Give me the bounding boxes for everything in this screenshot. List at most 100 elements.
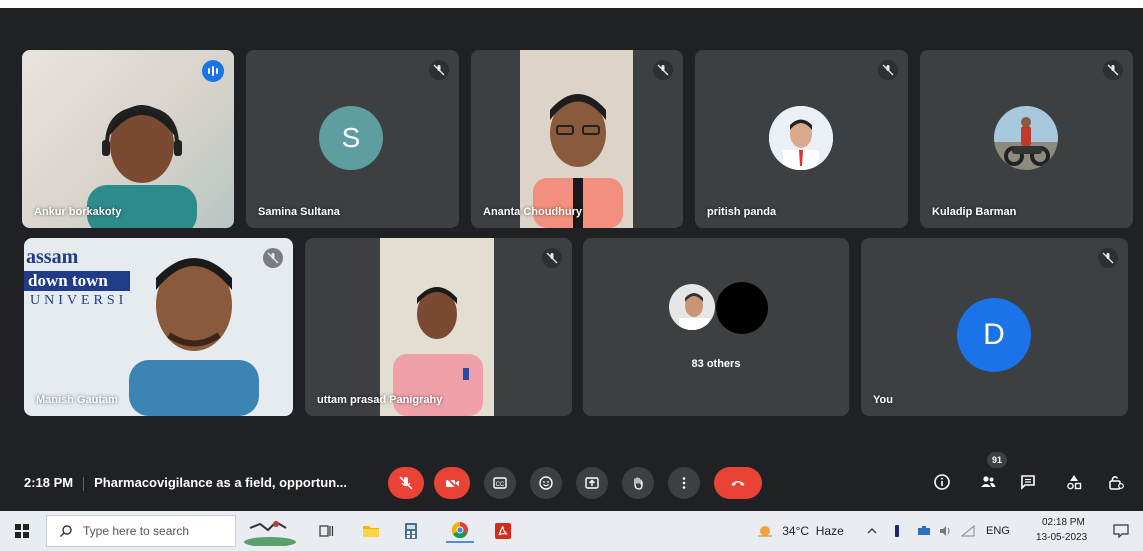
host-controls-icon (1109, 476, 1124, 490)
usb-icon (895, 525, 899, 537)
participant-name: Kuladip Barman (932, 206, 1017, 218)
acrobat-button[interactable] (490, 519, 516, 543)
participant-name: pritish panda (707, 206, 777, 218)
clock-time[interactable]: 02:18 PM (1042, 517, 1085, 528)
captions-button[interactable]: CC (484, 467, 516, 499)
svg-text:CC: CC (496, 482, 505, 488)
participant-tile-ankur[interactable]: Ankur borkakoty (22, 50, 234, 228)
participant-name: Ankur borkakoty (34, 206, 122, 218)
participant-tile-manish[interactable]: assam down town UNIVERSI Manish Gautam (24, 238, 293, 416)
present-icon (585, 477, 599, 489)
input-language[interactable]: ENG (986, 525, 1010, 537)
people-button[interactable] (976, 470, 1000, 494)
participant-tile-uttam[interactable]: uttam prasad Panigrahy (305, 238, 572, 416)
mic-off-icon (878, 60, 898, 80)
participant-avatar: D (957, 298, 1031, 372)
participant-tile-pritish[interactable]: pritish panda (695, 50, 908, 228)
people-icon (981, 476, 996, 487)
more-icon (682, 477, 686, 489)
haze-sun-icon (758, 526, 773, 537)
window-top-strip (0, 0, 1143, 8)
participant-avatar (716, 282, 768, 334)
participant-tile-others[interactable]: 83 others (583, 238, 849, 416)
participant-avatar (769, 106, 833, 170)
meeting-grid: Ankur borkakoty S Samina Sultana Ananta … (0, 8, 1143, 511)
windows-taskbar: Type here to search 34°C Haze ENG 02:18 … (0, 511, 1143, 551)
present-button[interactable] (576, 467, 608, 499)
university-banner: assam down town UNIVERSI (24, 246, 134, 346)
mic-toggle-button[interactable] (388, 467, 424, 499)
participant-name: Samina Sultana (258, 206, 340, 218)
speaking-indicator-icon (202, 60, 224, 82)
chat-button[interactable] (1016, 470, 1040, 494)
people-count-badge: 91 (987, 452, 1007, 468)
call-controls-bar: 2:18 PM Pharmacovigilance as a field, opp… (0, 460, 1143, 505)
participant-tile-ananta[interactable]: Ananta Choudhury (471, 50, 683, 228)
others-count-label: 83 others (691, 358, 741, 370)
captions-icon: CC (493, 477, 507, 489)
windows-logo-icon (15, 524, 29, 538)
raise-hand-button[interactable] (622, 467, 654, 499)
search-placeholder: Type here to search (83, 524, 190, 538)
search-icon (60, 525, 72, 537)
participant-name: You (873, 394, 893, 406)
info-icon (934, 474, 950, 490)
pdf-icon (495, 523, 511, 539)
camera-off-icon (445, 476, 459, 490)
participant-tile-samina[interactable]: S Samina Sultana (246, 50, 459, 228)
meeting-time: 2:18 PM (24, 475, 74, 490)
participant-name: uttam prasad Panigrahy (317, 394, 443, 406)
weather-text: 34°C Haze (782, 524, 844, 538)
participant-name: Manish Gautam (36, 394, 118, 406)
meeting-info: 2:18 PM Pharmacovigilance as a field, opp… (24, 475, 347, 491)
start-button[interactable] (8, 519, 36, 543)
participant-avatar: S (319, 106, 383, 170)
mic-off-icon (1098, 248, 1118, 268)
chat-icon (1021, 475, 1035, 490)
wifi-icon (961, 525, 975, 537)
volume-icon (940, 526, 950, 536)
tray-wifi-icon[interactable] (960, 519, 976, 543)
chevron-up-icon (867, 528, 877, 534)
activities-icon (1067, 475, 1082, 490)
leave-call-button[interactable] (714, 467, 762, 499)
emoji-icon (539, 476, 553, 490)
camera-toggle-button[interactable] (434, 467, 470, 499)
meeting-title: Pharmacovigilance as a field, opportun..… (94, 475, 347, 490)
chrome-button[interactable] (446, 519, 474, 543)
network-icon (918, 526, 930, 535)
participant-tile-kuladip[interactable]: Kuladip Barman (920, 50, 1133, 228)
participant-avatar (667, 282, 717, 332)
emoji-button[interactable] (530, 467, 562, 499)
participant-tile-you[interactable]: D You (861, 238, 1128, 416)
more-options-button[interactable] (668, 467, 700, 499)
tray-volume-icon[interactable] (938, 519, 954, 543)
activities-button[interactable] (1062, 470, 1086, 494)
search-highlight-image (238, 515, 302, 547)
leave-call-icon (731, 481, 745, 486)
participant-name: Ananta Choudhury (483, 206, 582, 218)
show-hidden-icons-button[interactable] (864, 519, 880, 543)
task-view-button[interactable] (314, 519, 338, 543)
weather-widget[interactable]: 34°C Haze (750, 519, 850, 543)
folder-icon (363, 526, 379, 537)
participant-avatar (994, 106, 1058, 170)
calculator-icon (405, 523, 417, 539)
clock-date[interactable]: 13-05-2023 (1036, 532, 1087, 543)
meeting-details-button[interactable] (930, 470, 954, 494)
calculator-button[interactable] (398, 519, 424, 543)
raise-hand-icon (634, 477, 643, 490)
participant-silhouette (129, 258, 259, 416)
notification-center-button[interactable] (1108, 519, 1134, 543)
mic-off-icon (542, 248, 562, 268)
mic-off-icon (263, 248, 283, 268)
taskbar-search[interactable]: Type here to search (46, 515, 236, 547)
chrome-icon (451, 521, 468, 539)
task-view-icon (319, 525, 334, 537)
tray-usb-icon[interactable] (890, 519, 904, 543)
mic-off-icon (1103, 60, 1123, 80)
notification-icon (1113, 524, 1129, 538)
tray-network-icon[interactable] (916, 519, 932, 543)
file-explorer-button[interactable] (358, 519, 384, 543)
host-controls-button[interactable] (1104, 470, 1128, 494)
